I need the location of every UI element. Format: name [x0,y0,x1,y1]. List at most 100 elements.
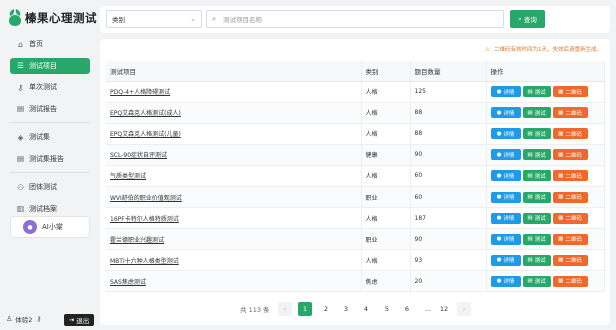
qrcode-button-label: 二维码 [565,258,582,265]
sidebar-item-6[interactable]: ⚇ 团体测试 [10,179,90,195]
sidebar: 榛果心理测试 ⌂ 首页 ☰ 测试项目 ⚷ 单次测试 ▤ 测试报告 ◈ 测试集 ▤ 测试集报告 ⚇ 团体测试… [0,0,100,330]
page-number[interactable]: 5 [380,302,394,316]
test-button[interactable]: ▤ 测试 [522,86,551,98]
test-name-link[interactable]: EPQ艾森克人格测试(儿童) [106,123,362,145]
detail-button[interactable]: ● 详情 [490,170,521,182]
qrcode-button[interactable]: ▦ 二维码 [552,149,588,161]
sidebar-item-1[interactable]: ☰ 测试项目 [10,57,90,74]
qrcode-button[interactable]: ▦ 二维码 [552,275,588,287]
detail-button-label: 详情 [503,110,515,117]
current-user[interactable]: ♙ 体验2 ⚷ [6,314,45,324]
sidebar-item-7[interactable]: ▥ 测试档案 [10,201,90,217]
doc-icon: ▤ [527,88,533,95]
page-number[interactable]: 2 [319,302,333,316]
page-number[interactable]: 6 [400,302,414,316]
test-name-link[interactable]: 16PF卡特尔人格特质测试 [106,207,362,230]
qrcode-button[interactable]: ▦ 二维码 [552,170,588,182]
col-header-count[interactable]: 题目数量 [410,61,487,82]
test-name-link[interactable]: SAS焦虑测试 [106,270,362,293]
col-header-name[interactable]: 测试项目 [106,61,362,82]
sidebar-item-label: 测试集 [29,133,50,141]
test-category: 人格 [361,102,411,124]
page-number[interactable]: 4 [359,302,373,316]
qrcode-button[interactable]: ▦ 二维码 [552,86,588,98]
detail-button[interactable]: ● 详情 [490,212,521,224]
test-button-label: 测试 [534,195,546,202]
qrcode-icon: ▦ [558,130,564,137]
key-icon[interactable]: ⚷ [36,315,41,323]
doc-icon: ▤ [527,278,533,285]
test-name-link[interactable]: MBTI十六种人格类型测试 [106,249,362,272]
detail-button[interactable]: ● 详情 [490,275,521,287]
test-name-link[interactable]: 霍兰德职业兴趣测试 [106,228,362,251]
test-button[interactable]: ▤ 测试 [522,254,551,266]
qrcode-button-label: 二维码 [565,216,582,223]
actions-cell: ● 详情 ▤ 测试 ▦ 二维码 [486,270,605,293]
ai-assistant-button[interactable]: ● AI小棠 [10,216,90,238]
qrcode-button[interactable]: ▦ 二维码 [552,107,588,119]
chevron-down-icon: ⌄ [190,15,196,23]
nav-divider [10,172,90,173]
qrcode-button[interactable]: ▦ 二维码 [552,254,588,266]
sidebar-item-5[interactable]: ▤ 测试集报告 [10,151,90,167]
group-icon: ⚇ [17,182,24,192]
test-button[interactable]: ▤ 测试 [522,170,551,182]
detail-button[interactable]: ● 详情 [490,128,521,140]
category-select[interactable]: 类别 ⌄ [106,10,202,28]
sidebar-nav: ⌂ 首页 ☰ 测试项目 ⚷ 单次测试 ▤ 测试报告 ◈ 测试集 ▤ 测试集报告 ⚇ 团体测试 ▥ 测试档案 [10,36,90,222]
table-row: SCL-90症状自评测试 健康 90 ● 详情 ▤ 测试 ▦ 二维码 [106,144,605,166]
detail-button[interactable]: ● 详情 [490,107,521,119]
next-page-button[interactable]: › [457,302,471,316]
actions-cell: ● 详情 ▤ 测试 ▦ 二维码 [486,81,605,103]
nav-divider [10,122,90,123]
detail-button[interactable]: ● 详情 [490,254,521,266]
sidebar-item-0[interactable]: ⌂ 首页 [10,36,90,52]
page-number[interactable]: 3 [339,302,353,316]
qrcode-button[interactable]: ▦ 二维码 [552,212,588,224]
search-icon: ⌕ [212,14,217,23]
prev-page-button[interactable]: ‹ [278,302,292,316]
detail-button-label: 详情 [503,152,515,159]
test-name-link[interactable]: SCL-90症状自评测试 [106,144,362,166]
sidebar-item-3[interactable]: ▤ 测试报告 [10,101,90,117]
test-button[interactable]: ▤ 测试 [522,275,551,287]
page-number[interactable]: 12 [437,302,451,316]
table-row: 气质类型测试 人格 60 ● 详情 ▤ 测试 ▦ 二维码 [106,165,605,187]
detail-button[interactable]: ● 详情 [490,233,521,245]
sidebar-item-label: 测试项目 [29,61,57,70]
search-input[interactable]: ⌕ 测试项目名称 [206,10,504,28]
sidebar-item-4[interactable]: ◈ 测试集 [10,129,90,145]
sidebar-item-2[interactable]: ⚷ 单次测试 [10,79,90,95]
table-row: WVI舒伯的职业价值观测试 职业 60 ● 详情 ▤ 测试 ▦ 二维码 [106,186,605,209]
logout-button[interactable]: ⇥ 退出 [64,314,94,326]
test-button-label: 测试 [534,152,546,159]
detail-button[interactable]: ● 详情 [490,149,521,161]
qrcode-button[interactable]: ▦ 二维码 [552,233,588,245]
test-button[interactable]: ▤ 测试 [522,233,551,245]
detail-button[interactable]: ● 详情 [490,86,521,98]
page-number[interactable]: 1 [298,302,312,316]
col-header-category[interactable]: 类别 [361,61,411,82]
test-button[interactable]: ▤ 测试 [522,191,551,203]
qrcode-button[interactable]: ▦ 二维码 [552,128,588,140]
doc-icon: ▤ [527,172,533,179]
test-button[interactable]: ▤ 测试 [522,212,551,224]
test-name-link[interactable]: PDQ-4+人格障碍测试 [106,81,362,103]
test-category: 焦虑 [361,270,411,293]
test-name-link[interactable]: WVI舒伯的职业价值观测试 [106,186,362,209]
qrcode-button[interactable]: ▦ 二维码 [552,191,588,203]
search-button[interactable]: ⌕ 查询 [510,10,545,28]
page-number[interactable]: ... [421,302,435,316]
qrcode-icon: ▦ [558,236,564,243]
archive-icon: ▥ [16,204,25,213]
qrcode-icon: ▦ [558,172,564,179]
test-button[interactable]: ▤ 测试 [522,128,551,140]
qrcode-button-label: 二维码 [565,110,582,117]
detail-button[interactable]: ● 详情 [490,191,521,203]
test-name-link[interactable]: EPQ艾森克人格测试(成人) [106,102,362,124]
sidebar-item-label: 测试档案 [29,204,57,213]
test-button[interactable]: ▤ 测试 [522,149,551,161]
test-name-link[interactable]: 气质类型测试 [106,165,362,187]
logo[interactable]: 榛果心理测试 [8,8,97,28]
test-button[interactable]: ▤ 测试 [522,107,551,119]
